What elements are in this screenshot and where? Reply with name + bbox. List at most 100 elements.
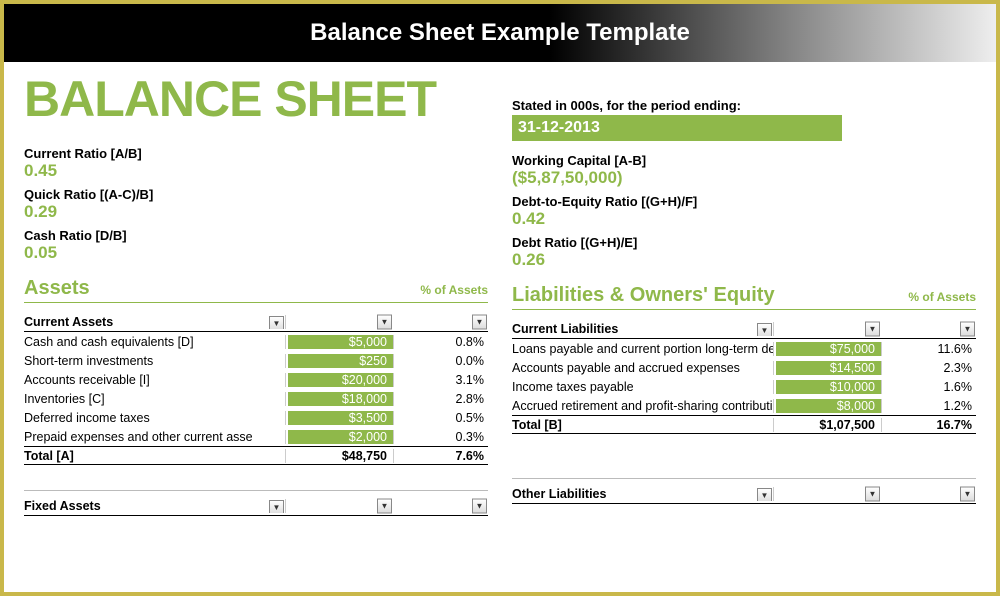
row-value[interactable]: $250 [288, 354, 394, 368]
fixed-assets-header: Fixed Assets ▼ ▼ ▼ [24, 497, 488, 516]
row-pct: 0.8% [394, 335, 488, 349]
table-row: Prepaid expenses and other current asse … [24, 427, 488, 446]
ratio-label: Cash Ratio [D/B] [24, 228, 488, 243]
row-pct: 0.3% [394, 430, 488, 444]
table-row: Cash and cash equivalents [D] $5,000 0.8… [24, 332, 488, 351]
ratio-value: 0.45 [24, 161, 488, 181]
ratio-value: 0.42 [512, 209, 976, 229]
period-date[interactable]: 31-12-2013 [512, 115, 842, 141]
row-pct: 2.3% [882, 361, 976, 375]
group-header: Current Liabilities ▼ [512, 322, 774, 336]
table-row: Accounts payable and accrued expenses $1… [512, 358, 976, 377]
table-total-row: Total [A] $48,750 7.6% [24, 446, 488, 465]
table-row: Deferred income taxes $3,500 0.5% [24, 408, 488, 427]
table-row: Loans payable and current portion long-t… [512, 339, 976, 358]
table-row: Short-term investments $250 0.0% [24, 351, 488, 370]
row-label: Accrued retirement and profit-sharing co… [512, 399, 774, 413]
table-row: Income taxes payable $10,000 1.6% [512, 377, 976, 396]
period-caption: Stated in 000s, for the period ending: [512, 98, 976, 113]
spacer [512, 434, 976, 479]
row-value[interactable]: $20,000 [288, 373, 394, 387]
row-label: Accounts receivable [I] [24, 373, 286, 387]
filter-dropdown-icon[interactable]: ▼ [269, 316, 284, 329]
ratio-value: 0.05 [24, 243, 488, 263]
ratio-label: Current Ratio [A/B] [24, 146, 488, 161]
group-header: Other Liabilities ▼ [512, 487, 774, 501]
group-header: Current Assets ▼ [24, 315, 286, 329]
assets-section-header: Assets % of Assets [24, 277, 488, 303]
ratio-value: 0.26 [512, 250, 976, 270]
group-label: Current Assets [24, 315, 113, 329]
row-pct: 2.8% [394, 392, 488, 406]
row-pct: 0.5% [394, 411, 488, 425]
row-value[interactable]: $3,500 [288, 411, 394, 425]
group-label: Current Liabilities [512, 322, 618, 336]
filter-dropdown-icon[interactable]: ▼ [269, 500, 284, 513]
section-title: Liabilities & Owners' Equity [512, 284, 775, 307]
row-label: Deferred income taxes [24, 411, 286, 425]
left-column: BALANCE SHEET Current Ratio [A/B] 0.45 Q… [24, 74, 488, 516]
pct-column-header: % of Assets [420, 283, 488, 297]
row-label: Income taxes payable [512, 380, 774, 394]
current-assets-table: Current Assets ▼ ▼ ▼ Cash and cash equiv… [24, 313, 488, 465]
group-label: Fixed Assets [24, 499, 101, 513]
row-pct: 1.2% [882, 399, 976, 413]
row-value[interactable]: $14,500 [776, 361, 882, 375]
page-banner: Balance Sheet Example Template [4, 4, 996, 62]
total-pct: 7.6% [394, 449, 488, 463]
filter-dropdown-icon[interactable]: ▼ [757, 488, 772, 501]
table-header-row: Current Assets ▼ ▼ ▼ [24, 313, 488, 332]
ratio-value: ($5,87,50,000) [512, 168, 976, 188]
total-label: Total [B] [512, 418, 774, 432]
row-label: Loans payable and current portion long-t… [512, 342, 774, 356]
row-label: Prepaid expenses and other current asse [24, 430, 286, 444]
total-value: $1,07,500 [776, 418, 882, 432]
filter-dropdown-icon[interactable]: ▼ [757, 323, 772, 336]
row-label: Cash and cash equivalents [D] [24, 335, 286, 349]
table-header-row: Current Liabilities ▼ ▼ ▼ [512, 320, 976, 339]
total-pct: 16.7% [882, 418, 976, 432]
table-row: Accounts receivable [I] $20,000 3.1% [24, 370, 488, 389]
ratio-value: 0.29 [24, 202, 488, 222]
pct-column-header: % of Assets [908, 290, 976, 304]
row-label: Short-term investments [24, 354, 286, 368]
group-header: Fixed Assets ▼ [24, 499, 286, 513]
document-title: BALANCE SHEET [24, 74, 488, 124]
row-value[interactable]: $18,000 [288, 392, 394, 406]
ratio-block: Working Capital [A-B] ($5,87,50,000) Deb… [512, 153, 976, 270]
row-pct: 0.0% [394, 354, 488, 368]
row-pct: 11.6% [882, 342, 976, 356]
ratio-label: Debt-to-Equity Ratio [(G+H)/F] [512, 194, 976, 209]
other-liabilities-header: Other Liabilities ▼ ▼ ▼ [512, 485, 976, 504]
group-label: Other Liabilities [512, 487, 606, 501]
total-label: Total [A] [24, 449, 286, 463]
row-value[interactable]: $75,000 [776, 342, 882, 356]
row-value[interactable]: $10,000 [776, 380, 882, 394]
filter-dropdown-icon[interactable]: ▼ [472, 499, 487, 514]
filter-dropdown-icon[interactable]: ▼ [960, 322, 975, 337]
row-value[interactable]: $8,000 [776, 399, 882, 413]
table-total-row: Total [B] $1,07,500 16.7% [512, 415, 976, 434]
table-row: Accrued retirement and profit-sharing co… [512, 396, 976, 415]
ratio-block: Current Ratio [A/B] 0.45 Quick Ratio [(A… [24, 146, 488, 263]
filter-dropdown-icon[interactable]: ▼ [865, 322, 880, 337]
ratio-label: Working Capital [A-B] [512, 153, 976, 168]
filter-dropdown-icon[interactable]: ▼ [865, 487, 880, 502]
right-column: Stated in 000s, for the period ending: 3… [512, 74, 976, 516]
filter-dropdown-icon[interactable]: ▼ [960, 487, 975, 502]
ratio-label: Debt Ratio [(G+H)/E] [512, 235, 976, 250]
section-title: Assets [24, 277, 90, 300]
spacer [24, 465, 488, 491]
total-value: $48,750 [288, 449, 394, 463]
current-liabilities-table: Current Liabilities ▼ ▼ ▼ Loans payable … [512, 320, 976, 434]
filter-dropdown-icon[interactable]: ▼ [472, 315, 487, 330]
row-value[interactable]: $5,000 [288, 335, 394, 349]
filter-dropdown-icon[interactable]: ▼ [377, 499, 392, 514]
ratio-label: Quick Ratio [(A-C)/B] [24, 187, 488, 202]
row-label: Accounts payable and accrued expenses [512, 361, 774, 375]
row-pct: 3.1% [394, 373, 488, 387]
row-value[interactable]: $2,000 [288, 430, 394, 444]
table-row: Inventories [C] $18,000 2.8% [24, 389, 488, 408]
liabilities-section-header: Liabilities & Owners' Equity % of Assets [512, 284, 976, 310]
filter-dropdown-icon[interactable]: ▼ [377, 315, 392, 330]
